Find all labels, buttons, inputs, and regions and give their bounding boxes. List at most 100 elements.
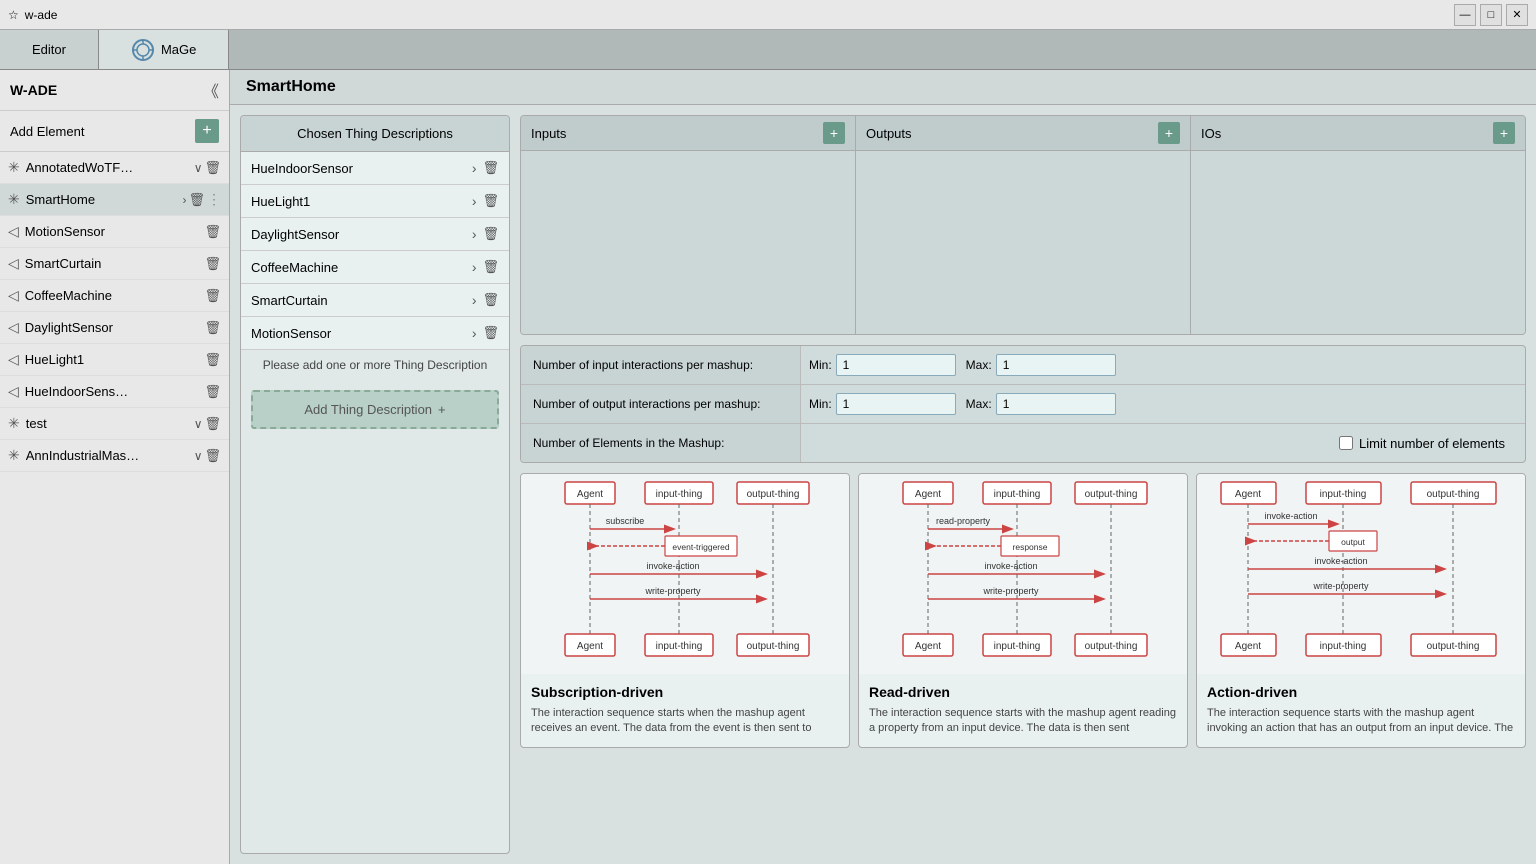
- svg-text:input-thing: input-thing: [994, 489, 1041, 500]
- svg-text:Agent: Agent: [915, 641, 941, 652]
- thing-item-hueindisenso-label: HueIndoorSensor: [251, 161, 466, 176]
- close-button[interactable]: ✕: [1506, 4, 1528, 26]
- pattern-card-action: Agent input-thing output-thing: [1196, 473, 1526, 748]
- page-title: SmartHome: [246, 78, 336, 95]
- sidebar-item-motionsensor-label: MotionSensor: [25, 224, 201, 239]
- thing-smartcurtain-delete-button[interactable]: 🗑: [482, 292, 499, 308]
- outputs-add-button[interactable]: +: [1158, 122, 1180, 144]
- motionsensor-icon: ◁: [8, 223, 19, 240]
- thing-hueindisenso-chevron-icon[interactable]: ›: [472, 160, 477, 176]
- daylightsensor-icon: ◁: [8, 319, 19, 336]
- sidebar-item-hueindisenso[interactable]: ◁ HueIndoorSens… 🗑: [0, 376, 229, 408]
- thing-motionsensor-delete-button[interactable]: 🗑: [482, 325, 499, 341]
- add-thing-description-button[interactable]: Add Thing Description +: [251, 390, 499, 429]
- sidebar-item-annindustrial[interactable]: ✳ AnnIndustrialMas… ∨ 🗑: [0, 440, 229, 472]
- things-panel: Chosen Thing Descriptions HueIndoorSenso…: [240, 115, 510, 854]
- tab-editor[interactable]: Editor: [0, 30, 99, 69]
- minimize-button[interactable]: —: [1454, 4, 1476, 26]
- hueindisenso-delete-button[interactable]: 🗑: [204, 384, 221, 400]
- smarthome-drag-handle[interactable]: ⋮: [207, 191, 221, 208]
- outputs-body: [856, 151, 1190, 334]
- sidebar-item-coffeemachine-label: CoffeeMachine: [25, 288, 201, 303]
- thing-motionsensor-chevron-icon[interactable]: ›: [472, 325, 477, 341]
- pattern-diagram-action: Agent input-thing output-thing: [1197, 474, 1525, 674]
- huelight1-icon: ◁: [8, 351, 19, 368]
- annotated-delete-button[interactable]: 🗑: [204, 160, 221, 176]
- sidebar-collapse-button[interactable]: 《: [203, 78, 219, 102]
- subscription-pattern-name: Subscription-driven: [531, 684, 839, 700]
- thing-huelight1-chevron-icon[interactable]: ›: [472, 193, 477, 209]
- smartcurtain-delete-button[interactable]: 🗑: [204, 256, 221, 272]
- svg-text:invoke-action: invoke-action: [1264, 511, 1317, 521]
- input-max-label: Max:: [966, 358, 992, 372]
- add-element-button[interactable]: +: [195, 119, 219, 143]
- pattern-diagram-read: Agent input-thing output-thing: [859, 474, 1187, 674]
- test-icon: ✳: [8, 415, 20, 432]
- svg-text:event-triggered: event-triggered: [672, 542, 729, 552]
- app-icon: ☆: [8, 8, 19, 22]
- smartcurtain-icon: ◁: [8, 255, 19, 272]
- tab-mage[interactable]: MaGe: [99, 30, 229, 69]
- smarthome-delete-button[interactable]: 🗑: [188, 192, 205, 208]
- huelight1-delete-button[interactable]: 🗑: [204, 352, 221, 368]
- svg-text:output-thing: output-thing: [1427, 489, 1480, 500]
- thing-item-hueindisenso: HueIndoorSensor › 🗑: [241, 152, 509, 185]
- svg-text:response: response: [1013, 542, 1048, 552]
- sidebar-item-annotated[interactable]: ✳ AnnotatedWoTF… ∨ 🗑: [0, 152, 229, 184]
- sidebar-item-daylightsensor[interactable]: ◁ DaylightSensor 🗑: [0, 312, 229, 344]
- input-max-field[interactable]: [996, 354, 1116, 376]
- sidebar-item-motionsensor[interactable]: ◁ MotionSensor 🗑: [0, 216, 229, 248]
- annindustrial-chevron-icon[interactable]: ∨: [194, 449, 203, 463]
- thing-item-motionsensor-label: MotionSensor: [251, 326, 466, 341]
- sidebar-item-huelight1[interactable]: ◁ HueLight1 🗑: [0, 344, 229, 376]
- test-chevron-icon[interactable]: ∨: [194, 417, 203, 431]
- sidebar-item-hueindisenso-label: HueIndoorSens…: [25, 384, 201, 399]
- maximize-button[interactable]: □: [1480, 4, 1502, 26]
- config-row-elements: Number of Elements in the Mashup: Limit …: [521, 424, 1525, 462]
- content-body: Chosen Thing Descriptions HueIndoorSenso…: [230, 105, 1536, 864]
- sidebar-item-smarthome[interactable]: ✳ SmartHome › 🗑 ⋮: [0, 184, 229, 216]
- svg-text:input-thing: input-thing: [656, 489, 703, 500]
- svg-text:output-thing: output-thing: [1085, 489, 1138, 500]
- daylightsensor-delete-button[interactable]: 🗑: [204, 320, 221, 336]
- svg-text:Agent: Agent: [915, 489, 941, 500]
- ios-label: IOs: [1201, 126, 1221, 141]
- thing-huelight1-delete-button[interactable]: 🗑: [482, 193, 499, 209]
- sidebar-item-smartcurtain-label: SmartCurtain: [25, 256, 201, 271]
- inputs-add-button[interactable]: +: [823, 122, 845, 144]
- inputs-body: [521, 151, 855, 334]
- subscription-pattern-desc: The interaction sequence starts when the…: [531, 706, 839, 737]
- outputs-label: Outputs: [866, 126, 912, 141]
- annotated-chevron-icon[interactable]: ∨: [194, 161, 203, 175]
- limit-elements-checkbox[interactable]: [1339, 436, 1353, 450]
- sidebar-item-test[interactable]: ✳ test ∨ 🗑: [0, 408, 229, 440]
- thing-coffeemachine-delete-button[interactable]: 🗑: [482, 259, 499, 275]
- smarthome-chevron-icon[interactable]: ›: [182, 193, 186, 207]
- thing-item-daylightsensor-label: DaylightSensor: [251, 227, 466, 242]
- sidebar-item-smartcurtain[interactable]: ◁ SmartCurtain 🗑: [0, 248, 229, 280]
- test-delete-button[interactable]: 🗑: [204, 416, 221, 432]
- thing-daylightsensor-chevron-icon[interactable]: ›: [472, 226, 477, 242]
- ios-add-button[interactable]: +: [1493, 122, 1515, 144]
- sidebar-item-coffeemachine[interactable]: ◁ CoffeeMachine 🗑: [0, 280, 229, 312]
- annindustrial-delete-button[interactable]: 🗑: [204, 448, 221, 464]
- config-output-interactions-label: Number of output interactions per mashup…: [521, 385, 801, 423]
- output-max-field[interactable]: [996, 393, 1116, 415]
- output-min-field[interactable]: [836, 393, 956, 415]
- ios-body: [1191, 151, 1525, 334]
- ios-header: IOs +: [1191, 116, 1525, 151]
- coffeemachine-delete-button[interactable]: 🗑: [204, 288, 221, 304]
- thing-daylightsensor-delete-button[interactable]: 🗑: [482, 226, 499, 242]
- svg-text:write-property: write-property: [982, 586, 1039, 596]
- input-min-field[interactable]: [836, 354, 956, 376]
- thing-coffeemachine-chevron-icon[interactable]: ›: [472, 259, 477, 275]
- action-pattern-info: Action-driven The interaction sequence s…: [1197, 674, 1525, 747]
- content-area: SmartHome Chosen Thing Descriptions HueI…: [230, 70, 1536, 864]
- thing-item-coffeemachine: CoffeeMachine › 🗑: [241, 251, 509, 284]
- sidebar: W-ADE 《 Add Element + ✳ AnnotatedWoTF… ∨…: [0, 70, 230, 864]
- thing-hueindisenso-delete-button[interactable]: 🗑: [482, 160, 499, 176]
- motionsensor-delete-button[interactable]: 🗑: [204, 224, 221, 240]
- thing-smartcurtain-chevron-icon[interactable]: ›: [472, 292, 477, 308]
- outputs-header: Outputs +: [856, 116, 1190, 151]
- svg-text:input-thing: input-thing: [656, 641, 703, 652]
